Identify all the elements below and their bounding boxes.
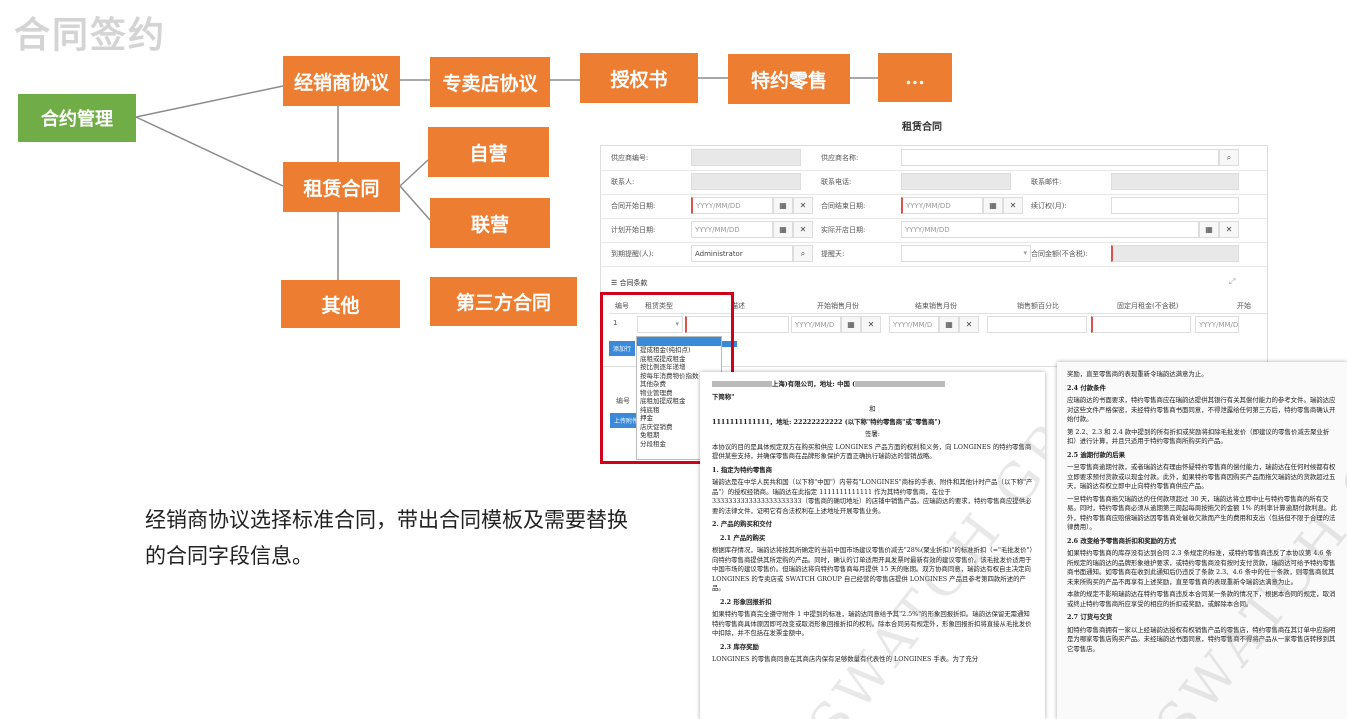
supplier-name-field[interactable] bbox=[901, 149, 1219, 166]
node-distributor-agreement[interactable]: 经销商协议 bbox=[283, 56, 400, 106]
form-row-reminder: 到期提醒(人): Administrator ⌕ 提醒天: ▾ 合同金额(不含税… bbox=[601, 242, 1267, 267]
doc-paragraph: 第 2.2、2.3 和 2.4 款中提到的所有折扣或奖励将扣除毛批发价（即建议的… bbox=[1067, 427, 1330, 446]
node-joint-operated[interactable]: 联营 bbox=[430, 198, 550, 248]
label-reminder-person: 到期提醒(人): bbox=[611, 250, 654, 258]
node-more[interactable]: ... bbox=[878, 53, 952, 102]
sales-pct-input[interactable] bbox=[987, 316, 1087, 333]
supplier-code-field[interactable] bbox=[691, 149, 801, 166]
clear-icon[interactable]: ✕ bbox=[793, 221, 813, 238]
col-end-month: 结束销售月份 bbox=[915, 302, 957, 310]
clear-icon[interactable]: ✕ bbox=[793, 197, 813, 214]
search-icon[interactable]: ⌕ bbox=[793, 245, 813, 262]
form-row-plan-dates: 计划开始日期: YYYY/MM/DD ▦ ✕ 实际开店日期: YYYY/MM/D… bbox=[601, 218, 1267, 243]
contact-field[interactable] bbox=[691, 173, 801, 190]
label-contract-start: 合同开始日期: bbox=[611, 202, 656, 210]
doc-heading: 2.2 形象回报折扣 bbox=[720, 597, 772, 606]
doc-text: 签署: bbox=[865, 430, 880, 438]
search-icon[interactable]: ⌕ bbox=[1219, 149, 1239, 166]
label-contract-end: 合同结束日期: bbox=[821, 202, 866, 210]
doc-heading: 1. 指定为特约零售商 bbox=[712, 465, 773, 474]
doc-title: 租赁合同 bbox=[902, 122, 942, 133]
redacted-block bbox=[855, 381, 946, 387]
node-self-operated[interactable]: 自营 bbox=[428, 127, 549, 177]
doc-text: 上海)有限公司，地址: 中国 ( bbox=[772, 380, 856, 388]
label-contract-amount: 合同金额(不含税): bbox=[1031, 250, 1088, 258]
clear-icon[interactable]: ✕ bbox=[1003, 197, 1023, 214]
calendar-icon[interactable]: ▦ bbox=[773, 221, 793, 238]
clear-icon[interactable]: ✕ bbox=[861, 316, 881, 333]
section-contract-terms: ☰ 合同条款 bbox=[611, 278, 648, 288]
contract-page-1[interactable]: SWATCH GROUP 上海)有限公司，地址: 中国 ( 下简称" 和 111… bbox=[700, 372, 1045, 719]
reminder-person-input[interactable]: Administrator bbox=[691, 245, 793, 262]
calendar-icon[interactable]: ▦ bbox=[983, 197, 1003, 214]
doc-text: 1111111111111，地址: 22222222222 (以下称"特约零售商… bbox=[712, 417, 941, 426]
node-other[interactable]: 其他 bbox=[281, 280, 400, 328]
label-supplier-name: 供应商名称: bbox=[821, 154, 859, 162]
end-month-input[interactable]: YYYY/MM/D bbox=[889, 316, 939, 333]
label-email: 联系邮件: bbox=[1031, 178, 1062, 186]
plan-start-date-input[interactable]: YYYY/MM/DD bbox=[691, 221, 773, 238]
contract-page-2[interactable]: SWATCH GROUP 奖励，直至零售商的表现重新令瑞韵达满意为止。 2.4 … bbox=[1057, 362, 1347, 719]
doc-heading: 2.4 付款条件 bbox=[1067, 383, 1106, 392]
contract-start-date-input[interactable]: YYYY/MM/DD bbox=[691, 197, 773, 214]
label-renewal: 续订权(月): bbox=[1031, 202, 1067, 210]
label-plan-start: 计划开始日期: bbox=[611, 226, 656, 234]
calendar-icon[interactable]: ▦ bbox=[939, 316, 959, 333]
root-node-contract-management[interactable]: 合约管理 bbox=[18, 94, 136, 142]
doc-paragraph: 本协议的目的是具体规定双方在购买和供应 LONGINES 产品方面的权利和义务，… bbox=[712, 442, 1032, 461]
fixed-rent-input[interactable] bbox=[1091, 316, 1191, 333]
start-input[interactable]: YYYY/MM/D bbox=[1195, 316, 1239, 333]
caption-text: 经销商协议选择标准合同，带出合同模板及需要替换的合同字段信息。 bbox=[145, 508, 628, 568]
list-icon: ☰ bbox=[611, 279, 618, 287]
label-supplier-code: 供应商编号: bbox=[611, 154, 649, 162]
node-third-party-contract[interactable]: 第三方合同 bbox=[430, 277, 577, 326]
doc-text: 下简称" bbox=[712, 392, 735, 401]
actual-open-date-input[interactable]: YYYY/MM/DD bbox=[901, 221, 1199, 238]
node-lease-contract[interactable]: 租赁合同 bbox=[283, 162, 400, 212]
label-reminder-days: 提醒天: bbox=[821, 250, 845, 258]
node-store-agreement[interactable]: 专卖店协议 bbox=[430, 57, 550, 107]
doc-heading: 2.5 逾期付款的后果 bbox=[1067, 450, 1126, 459]
redacted-block bbox=[712, 381, 772, 387]
form-row-contact: 联系人: 联系电话: 联系邮件: bbox=[601, 170, 1267, 195]
email-field[interactable] bbox=[1111, 173, 1239, 190]
col-sales-pct: 销售额百分比 bbox=[1017, 302, 1059, 310]
reminder-days-select[interactable]: ▾ bbox=[901, 245, 1031, 262]
clear-icon[interactable]: ✕ bbox=[959, 316, 979, 333]
label-phone: 联系电话: bbox=[821, 178, 852, 186]
label-actual-open: 实际开店日期: bbox=[821, 226, 866, 234]
node-authorization-letter[interactable]: 授权书 bbox=[580, 53, 698, 103]
doc-paragraph: 一旦零售商逾期付款，或者瑞韵达有理由怀疑特约零售商的偿付能力，瑞韵达在任何时候都… bbox=[1067, 463, 1336, 490]
col-start-month: 开始销售月份 bbox=[817, 302, 859, 310]
label-contact: 联系人: bbox=[611, 178, 635, 186]
doc-paragraph: 奖励，直至零售商的表现重新令瑞韵达满意为止。 bbox=[1067, 370, 1208, 378]
doc-text: 和 bbox=[869, 405, 876, 413]
form-row-contract-dates: 合同开始日期: YYYY/MM/DD ▦ ✕ 合同结束日期: YYYY/MM/D… bbox=[601, 194, 1267, 219]
renewal-field[interactable] bbox=[1111, 197, 1239, 214]
expand-icon[interactable]: ⤢ bbox=[1229, 277, 1235, 287]
col-fixed-rent: 固定月租金(不含税) bbox=[1117, 302, 1179, 310]
section-title: 合同条款 bbox=[619, 279, 648, 287]
chevron-down-icon: ▾ bbox=[1023, 249, 1027, 257]
calendar-icon[interactable]: ▦ bbox=[841, 316, 861, 333]
contract-end-date-input[interactable]: YYYY/MM/DD bbox=[901, 197, 983, 214]
col-start: 开始 bbox=[1237, 302, 1251, 310]
doc-paragraph: 应瑞韵达的书面要求，特约零售商应在瑞韵达提供其银行有关其偿付能力的参考文件。瑞韵… bbox=[1067, 396, 1336, 423]
calendar-icon[interactable]: ▦ bbox=[773, 197, 793, 214]
calendar-icon[interactable]: ▦ bbox=[1199, 221, 1219, 238]
contract-amount-field[interactable] bbox=[1111, 245, 1239, 262]
clear-icon[interactable]: ✕ bbox=[1219, 221, 1239, 238]
start-month-input[interactable]: YYYY/MM/D bbox=[791, 316, 841, 333]
phone-field[interactable] bbox=[901, 173, 1011, 190]
form-row-supplier: 供应商编号: 供应商名称: ⌕ bbox=[601, 146, 1267, 171]
node-special-retail[interactable]: 特约零售 bbox=[728, 54, 850, 104]
